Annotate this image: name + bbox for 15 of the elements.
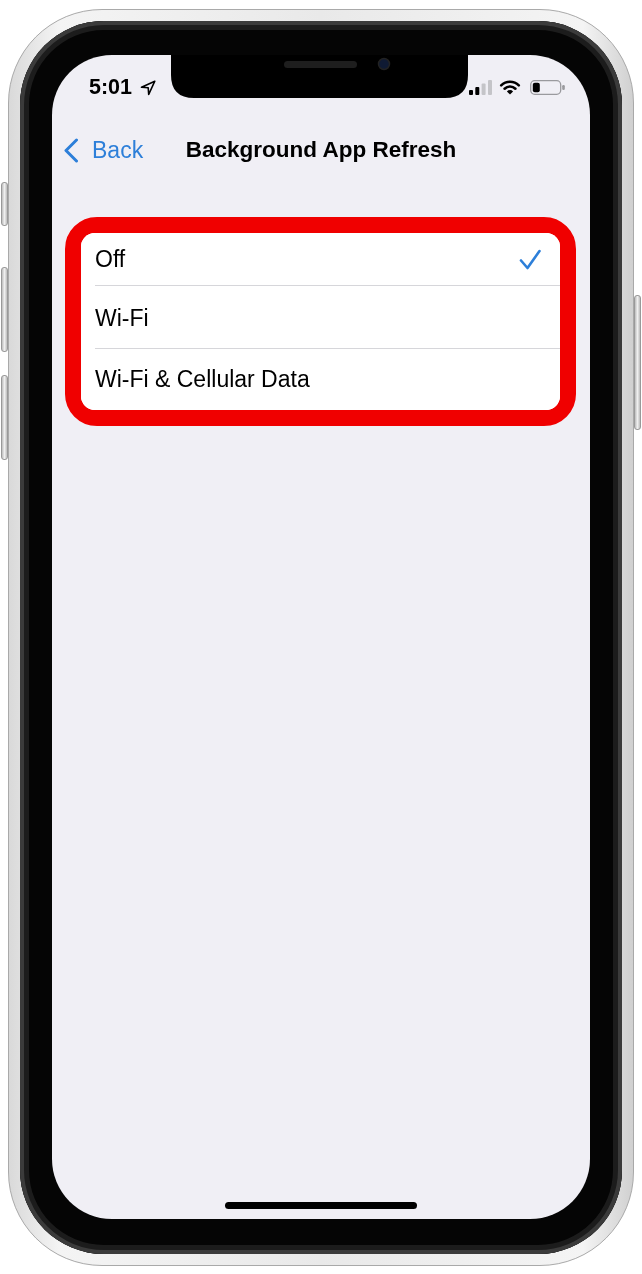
- camera-icon: [377, 57, 391, 71]
- location-arrow-icon: [140, 79, 157, 96]
- battery-icon: [530, 79, 565, 95]
- option-row[interactable]: Off: [81, 233, 560, 288]
- status-time: 5:01: [89, 79, 133, 96]
- signal-icon: [469, 79, 492, 95]
- page-title: Background App Refresh: [185, 136, 457, 165]
- side-button[interactable]: [1, 182, 8, 226]
- power-button[interactable]: [634, 295, 641, 430]
- wifi-icon: [499, 79, 521, 95]
- back-button[interactable]: Back: [63, 137, 144, 163]
- volume-button[interactable]: [1, 267, 8, 352]
- volume-button[interactable]: [1, 375, 8, 460]
- chevron-icon: [63, 137, 79, 163]
- checkmark-icon: [519, 248, 541, 270]
